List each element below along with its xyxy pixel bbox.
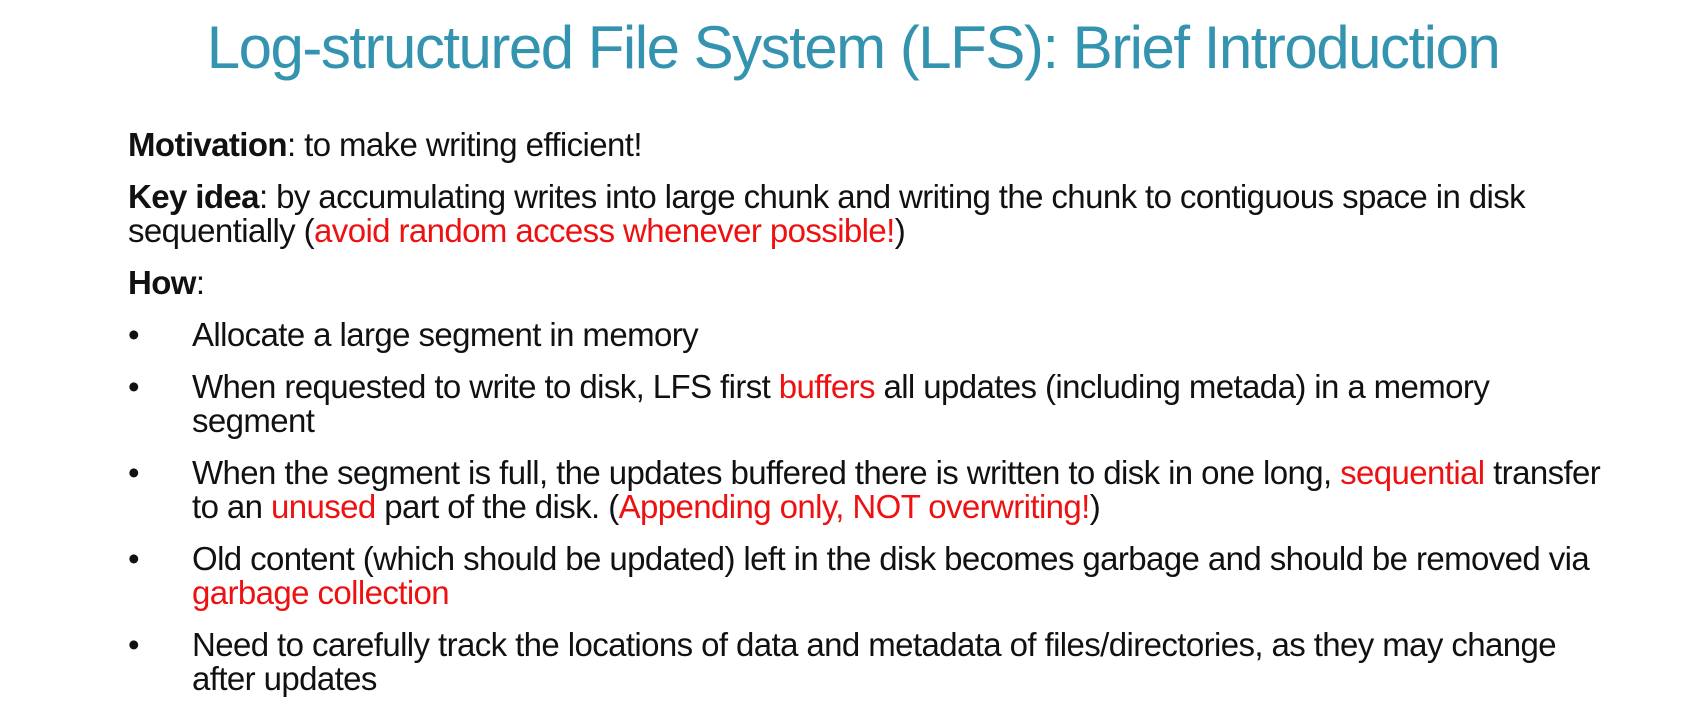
slide-title: Log-structured File System (LFS): Brief …	[206, 14, 1501, 81]
key-idea-highlight: avoid random access whenever possible!	[314, 212, 895, 249]
how-bullet-list: • Allocate a large segment in memory • W…	[128, 318, 1608, 696]
bullet-icon: •	[128, 368, 140, 405]
bullet-icon: •	[128, 454, 140, 491]
how-paragraph: How:	[128, 266, 1608, 300]
bullet-text: Allocate a large segment in memory	[192, 316, 699, 353]
bullet-icon: •	[128, 540, 140, 577]
bullet-text: When the segment is full, the updates bu…	[192, 454, 1341, 491]
list-item: • Allocate a large segment in memory	[128, 318, 1608, 352]
slide-body: Motivation: to make writing efficient! K…	[128, 128, 1608, 714]
list-item: • Old content (which should be updated) …	[128, 542, 1608, 610]
list-item: • When the segment is full, the updates …	[128, 456, 1608, 524]
motivation-text: : to make writing efficient!	[286, 126, 643, 163]
bullet-text: part of the disk. (	[375, 488, 619, 525]
list-item: • When requested to write to disk, LFS f…	[128, 370, 1608, 438]
bullet-highlight: Appending only, NOT overwriting!	[618, 488, 1091, 525]
how-text: :	[195, 264, 205, 301]
key-idea-label: Key idea	[128, 178, 260, 215]
motivation-paragraph: Motivation: to make writing efficient!	[128, 128, 1608, 162]
bullet-text: Need to carefully track the locations of…	[192, 626, 1557, 697]
slide: Log-structured File System (LFS): Brief …	[0, 0, 1706, 726]
how-label: How	[128, 264, 196, 301]
bullet-icon: •	[128, 626, 140, 663]
bullet-text: )	[1089, 488, 1101, 525]
bullet-highlight: sequential	[1340, 454, 1485, 491]
bullet-icon: •	[128, 316, 140, 353]
bullet-text: Old content (which should be updated) le…	[192, 540, 1590, 577]
motivation-label: Motivation	[128, 126, 288, 163]
bullet-highlight: unused	[270, 488, 376, 525]
key-idea-tail: )	[894, 212, 906, 249]
bullet-text: When requested to write to disk, LFS fir…	[192, 368, 779, 405]
bullet-highlight: buffers	[778, 368, 876, 405]
bullet-highlight: garbage collection	[192, 574, 450, 611]
list-item: • Need to carefully track the locations …	[128, 628, 1608, 696]
key-idea-paragraph: Key idea: by accumulating writes into la…	[128, 180, 1608, 248]
